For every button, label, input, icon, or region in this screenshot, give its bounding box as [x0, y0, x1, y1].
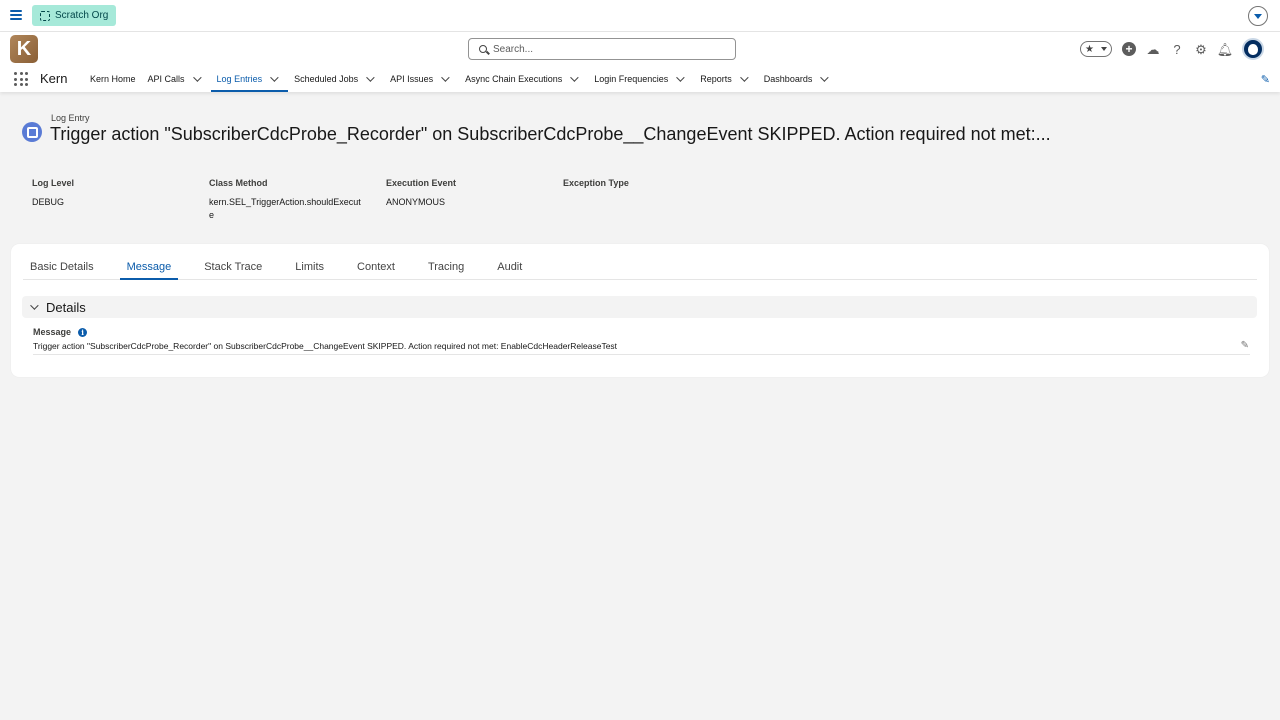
nav-item-label: API Calls [147, 74, 185, 84]
nav-item-label: Log Entries [216, 74, 263, 84]
log-entry-record-icon [22, 122, 42, 142]
nav-item-scheduled-jobs[interactable]: Scheduled Jobs [288, 66, 384, 92]
message-field-value: Trigger action "SubscriberCdcProbe_Recor… [33, 341, 1250, 355]
edit-nav-pencil-icon[interactable]: ✎ [1261, 73, 1270, 86]
highlight-value: ANONYMOUS [386, 197, 446, 207]
nav-item-login-frequencies[interactable]: Login Frequencies [588, 66, 694, 92]
scratch-org-badge: Scratch Org [32, 5, 117, 26]
tab-context[interactable]: Context [350, 254, 402, 279]
highlight-label: Class Method [209, 178, 268, 188]
highlight-label: Log Level [32, 178, 75, 188]
caret-down-icon [1254, 13, 1262, 19]
record-detail-card: Basic Details Message Stack Trace Limits… [11, 244, 1269, 377]
chevron-down-icon[interactable] [820, 73, 829, 82]
org-bar: Scratch Org [0, 0, 1280, 32]
highlight-label: Execution Event [386, 178, 457, 188]
help-icon[interactable]: ? [1170, 42, 1184, 56]
avatar-face-icon [1248, 43, 1258, 55]
record-title: Trigger action "SubscriberCdcProbe_Recor… [50, 124, 1050, 144]
add-icon[interactable]: + [1122, 42, 1136, 56]
user-avatar[interactable] [1242, 38, 1264, 60]
field-label-text: Message [33, 327, 72, 337]
tab-stack-trace[interactable]: Stack Trace [197, 254, 269, 279]
favorites-menu-icon[interactable] [1101, 47, 1107, 51]
nav-item-dashboards[interactable]: Dashboards [758, 66, 839, 92]
global-search-input[interactable]: Search... [468, 38, 736, 60]
nav-item-label: Dashboards [763, 74, 813, 84]
scratch-org-icon [40, 10, 50, 21]
nav-item-label: Reports [700, 74, 732, 84]
nav-item-api-issues[interactable]: API Issues [384, 66, 459, 92]
highlight-value: kern.SEL_TriggerAction.shouldExecute [209, 197, 361, 220]
message-field-label: Message i [33, 327, 88, 337]
tab-audit[interactable]: Audit [490, 254, 529, 279]
favorites-button[interactable]: ★ [1080, 41, 1112, 57]
favorites-star-icon: ★ [1085, 43, 1094, 55]
nav-item-label: Login Frequencies [594, 74, 669, 84]
nav-item-label: Kern Home [90, 74, 136, 84]
nav-item-api-calls[interactable]: API Calls [142, 66, 211, 92]
notifications-bell-icon[interactable]: 🔔︎ [1217, 42, 1234, 56]
chevron-down-icon[interactable] [366, 73, 375, 82]
chevron-down-icon[interactable] [676, 73, 685, 82]
global-header: K Search... ★ + ☁ ? ⚙ 🔔︎ Kern Kern Home … [0, 32, 1280, 92]
highlight-log-level: Log Level DEBUG [32, 178, 209, 222]
nav-item-log-entries[interactable]: Log Entries [210, 66, 289, 92]
chevron-down-icon[interactable] [192, 73, 202, 82]
search-icon [479, 45, 487, 53]
header-actions: ★ + ☁ ? ⚙ 🔔︎ [1080, 38, 1264, 60]
nav-item-label: API Issues [390, 74, 434, 84]
nav-item-reports[interactable]: Reports [694, 66, 758, 92]
search-placeholder: Search... [493, 43, 534, 55]
nav-item-label: Async Chain Executions [465, 74, 563, 84]
nav-item-kern-home[interactable]: Kern Home [84, 66, 142, 92]
chevron-down-icon[interactable] [570, 73, 579, 82]
edit-pencil-icon[interactable]: ✎ [1241, 340, 1249, 351]
record-type-label: Log Entry [51, 113, 90, 123]
app-name: Kern [40, 71, 68, 86]
nav-bar: Kern Home API Calls Log Entries Schedule… [84, 66, 838, 92]
chevron-down-icon[interactable] [739, 73, 749, 82]
tab-limits[interactable]: Limits [288, 254, 331, 279]
highlight-value: DEBUG [32, 197, 65, 207]
chevron-down-icon[interactable] [270, 73, 279, 82]
setup-gear-icon[interactable]: ⚙ [1194, 42, 1208, 56]
scratch-org-label: Scratch Org [55, 10, 109, 21]
details-section-header[interactable]: Details [22, 296, 1257, 318]
tab-tracing[interactable]: Tracing [421, 254, 471, 279]
menu-icon[interactable] [10, 10, 22, 20]
chevron-down-icon[interactable] [441, 73, 450, 82]
nav-item-label: Scheduled Jobs [294, 74, 359, 84]
trailhead-icon[interactable]: ☁ [1146, 42, 1160, 56]
app-launcher-icon[interactable] [14, 72, 28, 86]
highlight-class-method: Class Method kern.SEL_TriggerAction.shou… [209, 178, 386, 222]
highlight-exception-type: Exception Type [563, 178, 740, 222]
highlight-execution-event: Execution Event ANONYMOUS [386, 178, 563, 222]
org-dropdown-button[interactable] [1248, 6, 1268, 26]
tab-basic-details[interactable]: Basic Details [23, 254, 101, 279]
tab-message[interactable]: Message [119, 254, 179, 280]
highlights-panel: Log Level DEBUG Class Method kern.SEL_Tr… [32, 178, 740, 222]
info-icon[interactable]: i [78, 327, 88, 337]
chevron-down-icon [30, 301, 39, 310]
app-logo[interactable]: K [10, 35, 38, 63]
section-title: Details [46, 299, 86, 315]
highlight-label: Exception Type [563, 178, 629, 188]
nav-item-async-chain-executions[interactable]: Async Chain Executions [459, 66, 588, 92]
record-tabs: Basic Details Message Stack Trace Limits… [23, 254, 1257, 280]
